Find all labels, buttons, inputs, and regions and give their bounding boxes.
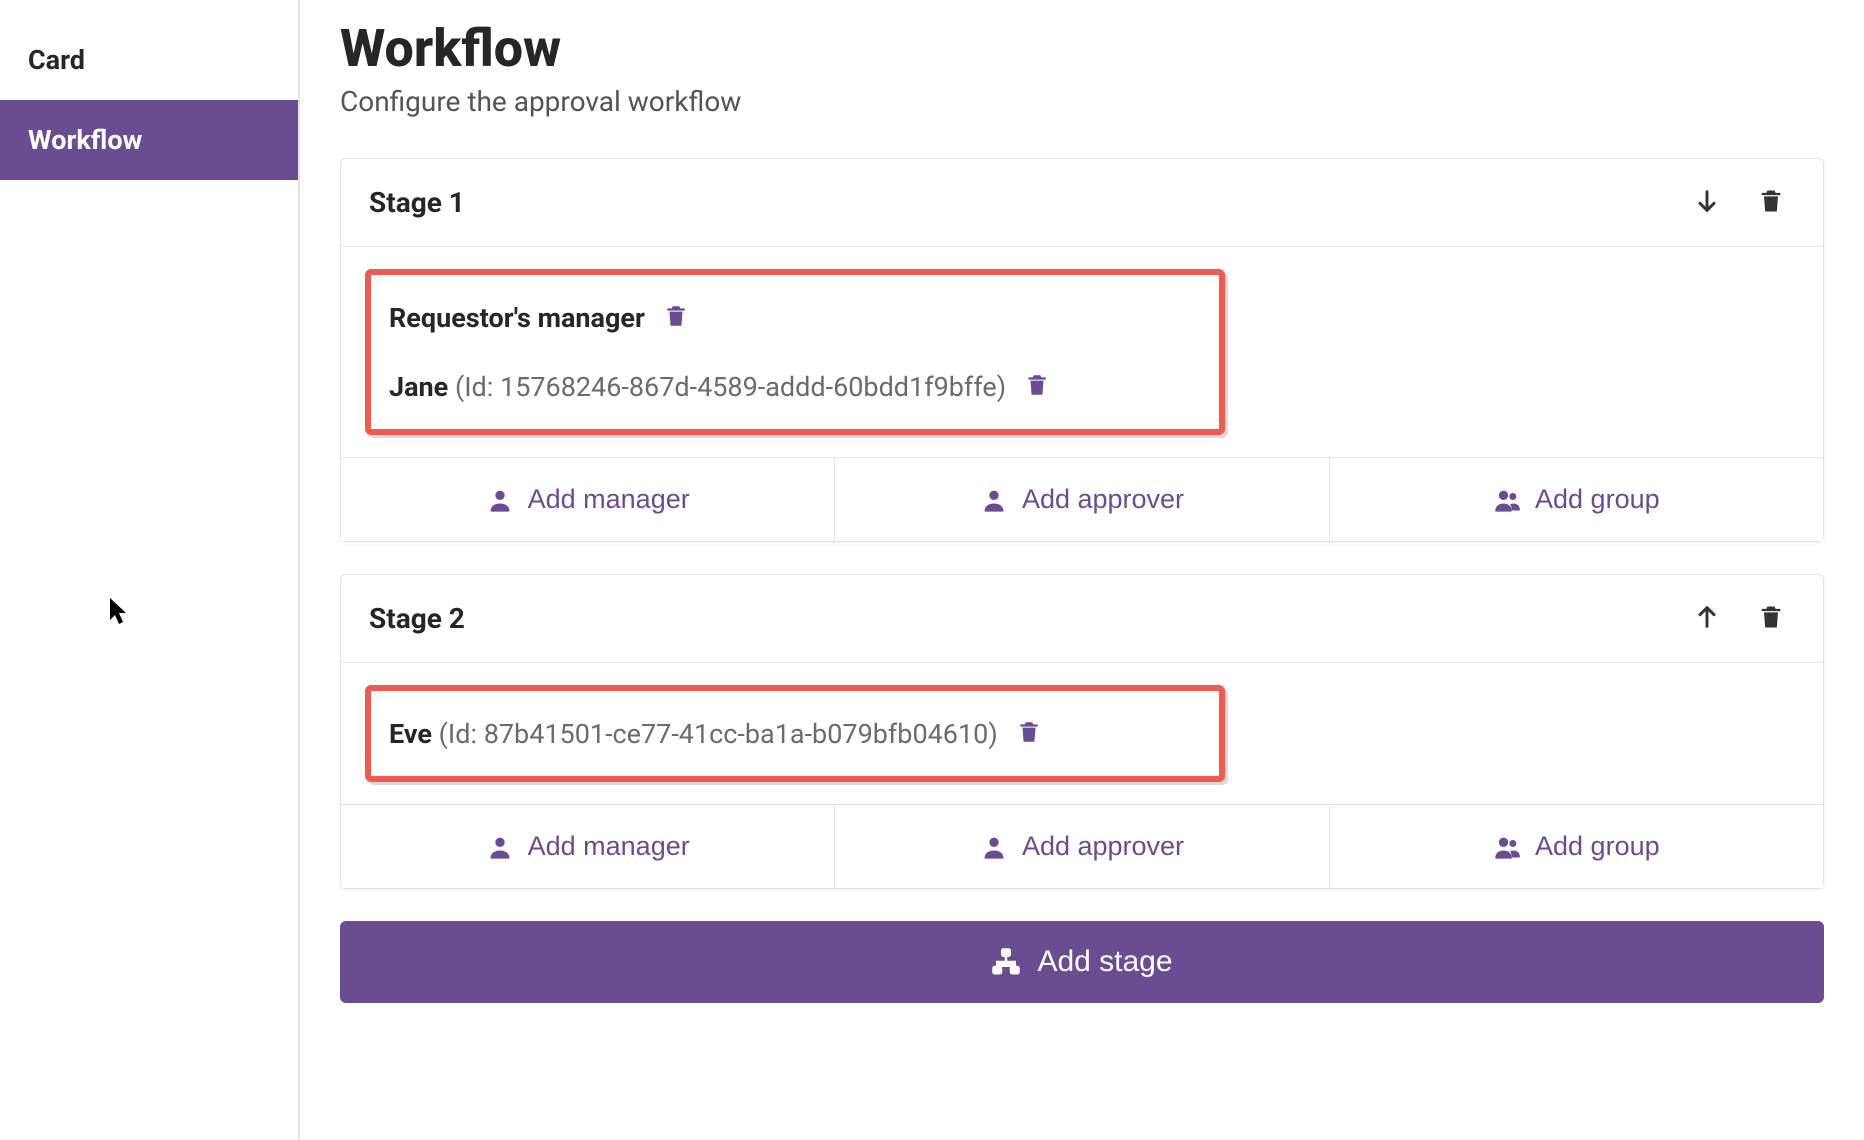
arrow-down-icon	[1693, 187, 1721, 215]
button-label: Add manager	[528, 484, 690, 515]
delete-stage-button[interactable]	[1747, 181, 1795, 224]
approvers-highlight: Eve (Id: 87b41501-ce77-41cc-ba1a-b079bfb…	[365, 685, 1225, 782]
delete-stage-button[interactable]	[1747, 597, 1795, 640]
trash-icon	[1024, 372, 1050, 398]
add-stage-button[interactable]: Add stage	[340, 921, 1824, 1003]
stage-body: Eve (Id: 87b41501-ce77-41cc-ba1a-b079bfb…	[341, 663, 1823, 804]
add-manager-button[interactable]: Add manager	[341, 458, 834, 541]
approver-name: Requestor's manager	[389, 302, 645, 334]
trash-icon	[1016, 719, 1042, 745]
stage-actions: Add manager Add approver Add group	[341, 804, 1823, 888]
add-approver-button[interactable]: Add approver	[834, 458, 1328, 541]
stage-card-2: Stage 2 Eve (Id: 87b41501-ce77-41cc-ba1a…	[340, 574, 1824, 889]
stage-body: Requestor's manager Jane (Id: 15768246-8…	[341, 247, 1823, 457]
button-label: Add group	[1535, 484, 1660, 515]
approvers-highlight: Requestor's manager Jane (Id: 15768246-8…	[365, 269, 1225, 435]
tab-workflow[interactable]: Workflow	[0, 100, 298, 180]
page-title: Workflow	[340, 18, 1824, 79]
approver-id: (Id: 15768246-867d-4589-addd-60bdd1f9bff…	[455, 371, 1006, 403]
stage-title: Stage 1	[369, 186, 1667, 219]
approver-row: Eve (Id: 87b41501-ce77-41cc-ba1a-b079bfb…	[389, 717, 1201, 750]
stage-header: Stage 1	[341, 159, 1823, 247]
button-label: Add approver	[1022, 484, 1184, 515]
page-subtitle: Configure the approval workflow	[340, 85, 1824, 118]
add-approver-button[interactable]: Add approver	[834, 805, 1328, 888]
approver-label: Jane (Id: 15768246-867d-4589-addd-60bdd1…	[389, 371, 1006, 403]
approver-name: Eve	[389, 718, 432, 750]
trash-icon	[1757, 603, 1785, 631]
button-label: Add group	[1535, 831, 1660, 862]
add-group-button[interactable]: Add group	[1329, 805, 1823, 888]
move-stage-down-button[interactable]	[1683, 181, 1731, 224]
stage-title: Stage 2	[369, 602, 1667, 635]
button-label: Add approver	[1022, 831, 1184, 862]
people-icon	[1493, 486, 1521, 514]
sidebar: Card Workflow	[0, 0, 300, 1140]
people-icon	[1493, 833, 1521, 861]
person-icon	[980, 486, 1008, 514]
approver-row: Requestor's manager	[389, 301, 1201, 334]
remove-approver-button[interactable]	[1012, 717, 1046, 750]
tab-card[interactable]: Card	[0, 20, 298, 100]
remove-approver-button[interactable]	[1020, 370, 1054, 403]
sitemap-icon	[991, 947, 1021, 977]
stage-header: Stage 2	[341, 575, 1823, 663]
stage-card-1: Stage 1 Requestor's manager Jane	[340, 158, 1824, 542]
button-label: Add manager	[528, 831, 690, 862]
remove-approver-button[interactable]	[659, 301, 693, 334]
approver-row: Jane (Id: 15768246-867d-4589-addd-60bdd1…	[389, 370, 1201, 403]
add-manager-button[interactable]: Add manager	[341, 805, 834, 888]
person-icon	[980, 833, 1008, 861]
approver-name: Jane	[389, 371, 448, 403]
move-stage-up-button[interactable]	[1683, 597, 1731, 640]
arrow-up-icon	[1693, 603, 1721, 631]
trash-icon	[663, 303, 689, 329]
person-icon	[486, 833, 514, 861]
approver-id: (Id: 87b41501-ce77-41cc-ba1a-b079bfb0461…	[439, 718, 998, 750]
stage-actions: Add manager Add approver Add group	[341, 457, 1823, 541]
approver-label: Eve (Id: 87b41501-ce77-41cc-ba1a-b079bfb…	[389, 718, 998, 750]
button-label: Add stage	[1037, 945, 1172, 979]
main-content: Workflow Configure the approval workflow…	[300, 0, 1864, 1140]
add-group-button[interactable]: Add group	[1329, 458, 1823, 541]
trash-icon	[1757, 187, 1785, 215]
person-icon	[486, 486, 514, 514]
